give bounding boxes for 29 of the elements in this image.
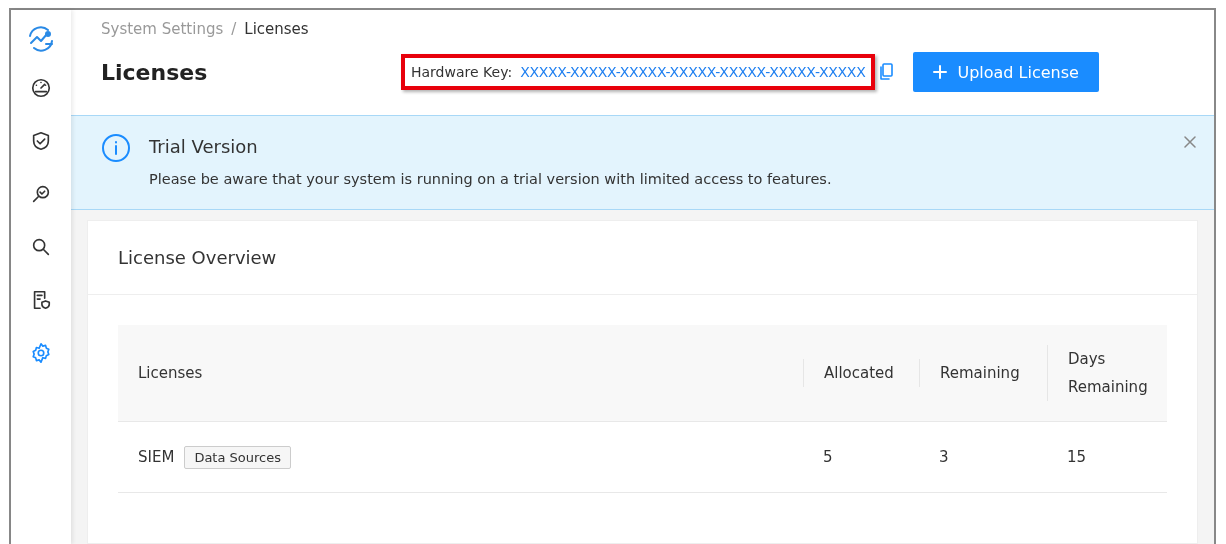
logo-icon[interactable] xyxy=(26,24,56,54)
copy-icon[interactable] xyxy=(879,63,894,81)
column-header: Days Remaining xyxy=(1047,345,1167,401)
license-tag: Data Sources xyxy=(184,445,291,469)
alert-title: Trial Version xyxy=(149,136,259,157)
table-cell-text: 3 xyxy=(938,448,950,466)
gauge-icon[interactable] xyxy=(30,77,52,99)
breadcrumb-separator: / xyxy=(231,20,237,38)
card-title: License Overview xyxy=(88,221,1197,295)
hardware-key-label: Hardware Key: xyxy=(411,64,513,80)
breadcrumb-item[interactable]: System Settings xyxy=(101,20,224,38)
shield-icon[interactable] xyxy=(30,130,52,152)
table-cell-text: 15 xyxy=(1066,448,1088,466)
settings-icon[interactable] xyxy=(30,342,52,364)
table-cell-text: 5 xyxy=(822,448,834,466)
close-icon[interactable] xyxy=(1184,136,1196,148)
hardware-key-value: XXXXX-XXXXX-XXXXX-XXXXX-XXXXX-XXXXX-XXXXX xyxy=(520,64,866,80)
plus-icon xyxy=(933,65,948,79)
license-name: SIEM xyxy=(138,448,175,466)
info-icon xyxy=(101,133,131,163)
alert-message: Please be aware that your system is running on a trial version with limited access to features. xyxy=(149,171,832,187)
page-title: Licenses xyxy=(101,59,209,85)
column-header: Allocated xyxy=(803,359,919,387)
upload-button[interactable]: Upload License xyxy=(913,52,1099,92)
search-icon[interactable] xyxy=(30,236,52,258)
column-header: Licenses xyxy=(137,363,204,384)
breadcrumb-item: Licenses xyxy=(244,20,309,38)
column-header: Remaining xyxy=(919,359,1047,387)
magnifier-icon[interactable] xyxy=(30,183,52,205)
